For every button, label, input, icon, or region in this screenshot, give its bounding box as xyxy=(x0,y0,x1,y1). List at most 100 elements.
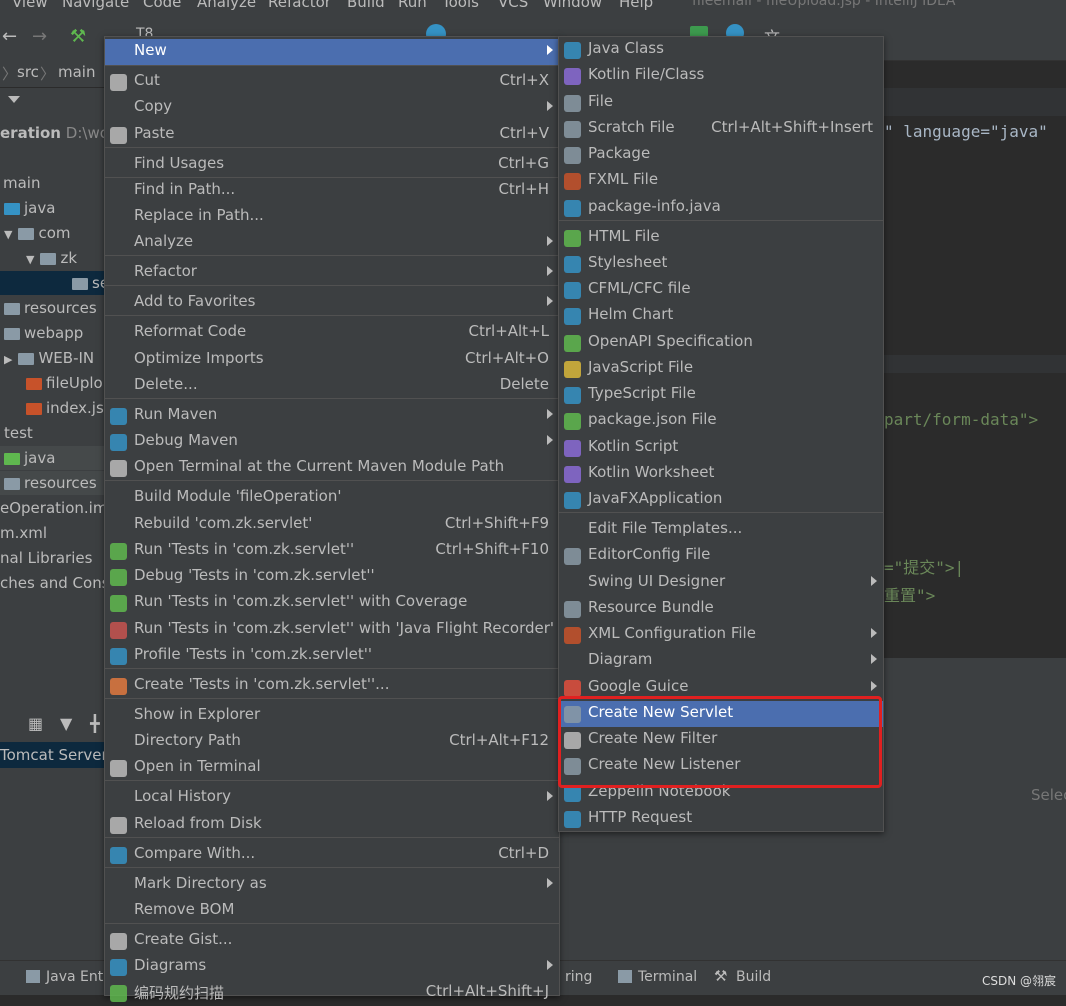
new-submenu-item-file[interactable]: File xyxy=(559,90,883,116)
new-submenu-item-http-request[interactable]: HTTP Request xyxy=(559,806,883,832)
menu-code[interactable]: Code xyxy=(143,0,181,11)
new-submenu-item-kotlin-script[interactable]: Kotlin Script xyxy=(559,435,883,461)
tree-item-ext-libraries[interactable]: nal Libraries xyxy=(0,546,104,570)
context-menu-item-profile-tests-in-com-zk-servlet[interactable]: Profile 'Tests in 'com.zk.servlet'' xyxy=(105,643,559,669)
context-menu-item-debug-maven[interactable]: Debug Maven xyxy=(105,429,559,455)
new-submenu-item-package-info-java[interactable]: package-info.java xyxy=(559,195,883,221)
tree-item-java[interactable]: java xyxy=(0,196,104,220)
new-submenu-item-swing-ui-designer[interactable]: Swing UI Designer xyxy=(559,570,883,596)
context-menu-item-[interactable]: 编码规约扫描 Ctrl+Alt+Shift+J xyxy=(105,980,559,1006)
context-menu-item-create-gist[interactable]: Create Gist... xyxy=(105,928,559,954)
new-submenu-item-editorconfig-file[interactable]: EditorConfig File xyxy=(559,543,883,569)
context-menu-item-paste[interactable]: Paste Ctrl+V xyxy=(105,122,559,148)
context-menu-item-run-tests-in-com-zk-servlet-with-java-fl[interactable]: Run 'Tests in 'com.zk.servlet'' with 'Ja… xyxy=(105,617,559,643)
tree-item-test-resources[interactable]: resources xyxy=(0,471,104,495)
menu-build[interactable]: Build xyxy=(347,0,385,11)
context-menu-item-open-in-terminal[interactable]: Open in Terminal xyxy=(105,755,559,781)
context-menu-item-copy[interactable]: Copy xyxy=(105,95,559,121)
menu-help[interactable]: Help xyxy=(619,0,653,11)
context-menu-item-directory-path[interactable]: Directory Path Ctrl+Alt+F12 xyxy=(105,729,559,755)
context-menu-item-run-maven[interactable]: Run Maven xyxy=(105,403,559,429)
context-menu-item-compare-with[interactable]: Compare With... Ctrl+D xyxy=(105,842,559,868)
tree-item-com[interactable]: ▼ com xyxy=(0,221,104,245)
new-submenu-item-package[interactable]: Package xyxy=(559,142,883,168)
tree-item-iml[interactable]: eOperation.iml xyxy=(0,496,104,520)
context-menu-item-build-module-fileoperation[interactable]: Build Module 'fileOperation' xyxy=(105,485,559,511)
forward-arrow-icon[interactable]: → xyxy=(32,26,47,47)
new-submenu-item-kotlin-worksheet[interactable]: Kotlin Worksheet xyxy=(559,461,883,487)
new-submenu-item-edit-file-templates[interactable]: Edit File Templates... xyxy=(559,517,883,543)
context-menu-item-new[interactable]: New xyxy=(105,39,559,65)
tree-item-webapp[interactable]: webapp xyxy=(0,321,104,345)
tomcat-server-node[interactable]: Tomcat Server xyxy=(0,742,104,768)
tree-item-resources[interactable]: resources xyxy=(0,296,104,320)
new-submenu-item-xml-configuration-file[interactable]: XML Configuration File xyxy=(559,622,883,648)
new-submenu-item-kotlin-file-class[interactable]: Kotlin File/Class xyxy=(559,63,883,89)
new-submenu-item-fxml-file[interactable]: FXML File xyxy=(559,168,883,194)
tree-item-fileupload[interactable]: fileUplo xyxy=(0,371,104,395)
context-menu-item-find-in-path[interactable]: Find in Path... Ctrl+H xyxy=(105,178,559,204)
context-menu-item-run-tests-in-com-zk-servlet[interactable]: Run 'Tests in 'com.zk.servlet'' Ctrl+Shif… xyxy=(105,538,559,564)
context-menu-item-run-tests-in-com-zk-servlet-with-coverag[interactable]: Run 'Tests in 'com.zk.servlet'' with Cov… xyxy=(105,590,559,616)
back-arrow-icon[interactable]: ← xyxy=(2,26,17,47)
collapse-icon[interactable] xyxy=(8,96,20,103)
add-icon[interactable]: ╋ xyxy=(90,714,100,733)
context-menu-item-diagrams[interactable]: Diagrams xyxy=(105,954,559,980)
new-submenu-item-helm-chart[interactable]: Helm Chart xyxy=(559,303,883,329)
context-menu-item-reformat-code[interactable]: Reformat Code Ctrl+Alt+L xyxy=(105,320,559,346)
tool-java-enterprise[interactable]: Java Ente xyxy=(46,969,112,985)
context-menu-item-find-usages[interactable]: Find Usages Ctrl+G xyxy=(105,152,559,178)
menu-analyze[interactable]: Analyze xyxy=(197,0,256,11)
tree-item-test[interactable]: test xyxy=(0,421,104,445)
menu-vcs[interactable]: VCS xyxy=(498,0,528,11)
new-submenu-item-javafxapplication[interactable]: JavaFXApplication xyxy=(559,487,883,513)
breadcrumb-src[interactable]: src xyxy=(17,63,39,81)
context-menu-item-analyze[interactable]: Analyze xyxy=(105,230,559,256)
context-menu-item-cut[interactable]: Cut Ctrl+X xyxy=(105,69,559,95)
grid-icon[interactable]: ▦ xyxy=(28,714,43,733)
new-submenu-item-java-class[interactable]: Java Class xyxy=(559,37,883,63)
tree-item-servlet[interactable]: se xyxy=(0,271,104,295)
breadcrumb-main[interactable]: main xyxy=(58,63,95,81)
context-menu-item-show-in-explorer[interactable]: Show in Explorer xyxy=(105,703,559,729)
tree-item-zk[interactable]: ▼ zk xyxy=(0,246,104,270)
filter-icon[interactable]: ▼ xyxy=(60,714,72,733)
menu-window[interactable]: Window xyxy=(543,0,602,11)
context-menu-item-open-terminal-at-the-current-maven-modul[interactable]: Open Terminal at the Current Maven Modul… xyxy=(105,455,559,481)
context-menu-item-rebuild-com-zk-servlet[interactable]: Rebuild 'com.zk.servlet' Ctrl+Shift+F9 xyxy=(105,512,559,538)
context-menu-item-reload-from-disk[interactable]: Reload from Disk xyxy=(105,812,559,838)
context-menu-item-remove-bom[interactable]: Remove BOM xyxy=(105,898,559,924)
new-submenu-item-scratch-file[interactable]: Scratch File Ctrl+Alt+Shift+Insert xyxy=(559,116,883,142)
build-hammer-icon[interactable]: ⚒ xyxy=(70,26,86,47)
new-submenu-item-cfml-cfc-file[interactable]: CFML/CFC file xyxy=(559,277,883,303)
new-submenu-item-stylesheet[interactable]: Stylesheet xyxy=(559,251,883,277)
new-submenu-item-openapi-specification[interactable]: OpenAPI Specification xyxy=(559,330,883,356)
tool-build[interactable]: Build xyxy=(736,969,771,985)
tree-root[interactable]: eration D:\wo xyxy=(0,121,104,145)
context-menu-item-replace-in-path[interactable]: Replace in Path... xyxy=(105,204,559,230)
context-menu-item-create-tests-in-com-zk-servlet[interactable]: Create 'Tests in 'com.zk.servlet''... xyxy=(105,673,559,699)
tree-item-index[interactable]: index.js xyxy=(0,396,104,420)
new-submenu-item-javascript-file[interactable]: JavaScript File xyxy=(559,356,883,382)
tree-item-web-inf[interactable]: ▶ WEB-IN xyxy=(0,346,104,370)
menu-refactor[interactable]: Refactor xyxy=(268,0,331,11)
tool-spring[interactable]: ring xyxy=(565,969,592,985)
new-submenu-item-resource-bundle[interactable]: Resource Bundle xyxy=(559,596,883,622)
tree-item-pom[interactable]: m.xml xyxy=(0,521,104,545)
menu-view[interactable]: View xyxy=(12,0,48,11)
context-menu-item-mark-directory-as[interactable]: Mark Directory as xyxy=(105,872,559,898)
new-submenu-item-diagram[interactable]: Diagram xyxy=(559,648,883,674)
tool-terminal[interactable]: Terminal xyxy=(638,969,697,985)
new-submenu-item-typescript-file[interactable]: TypeScript File xyxy=(559,382,883,408)
context-menu-item-local-history[interactable]: Local History xyxy=(105,785,559,811)
menu-navigate[interactable]: Navigate xyxy=(62,0,129,11)
context-menu-item-refactor[interactable]: Refactor xyxy=(105,260,559,286)
tree-item-scratches[interactable]: ches and Conso xyxy=(0,571,104,595)
context-menu-item-optimize-imports[interactable]: Optimize Imports Ctrl+Alt+O xyxy=(105,347,559,373)
menu-tools[interactable]: Tools xyxy=(442,0,479,11)
tree-item-main[interactable]: main xyxy=(0,171,104,195)
tree-item-test-java[interactable]: java xyxy=(0,446,104,470)
menu-run[interactable]: Run xyxy=(398,0,427,11)
context-menu-item-delete[interactable]: Delete... Delete xyxy=(105,373,559,399)
new-submenu-item-package-json-file[interactable]: package.json File xyxy=(559,408,883,434)
